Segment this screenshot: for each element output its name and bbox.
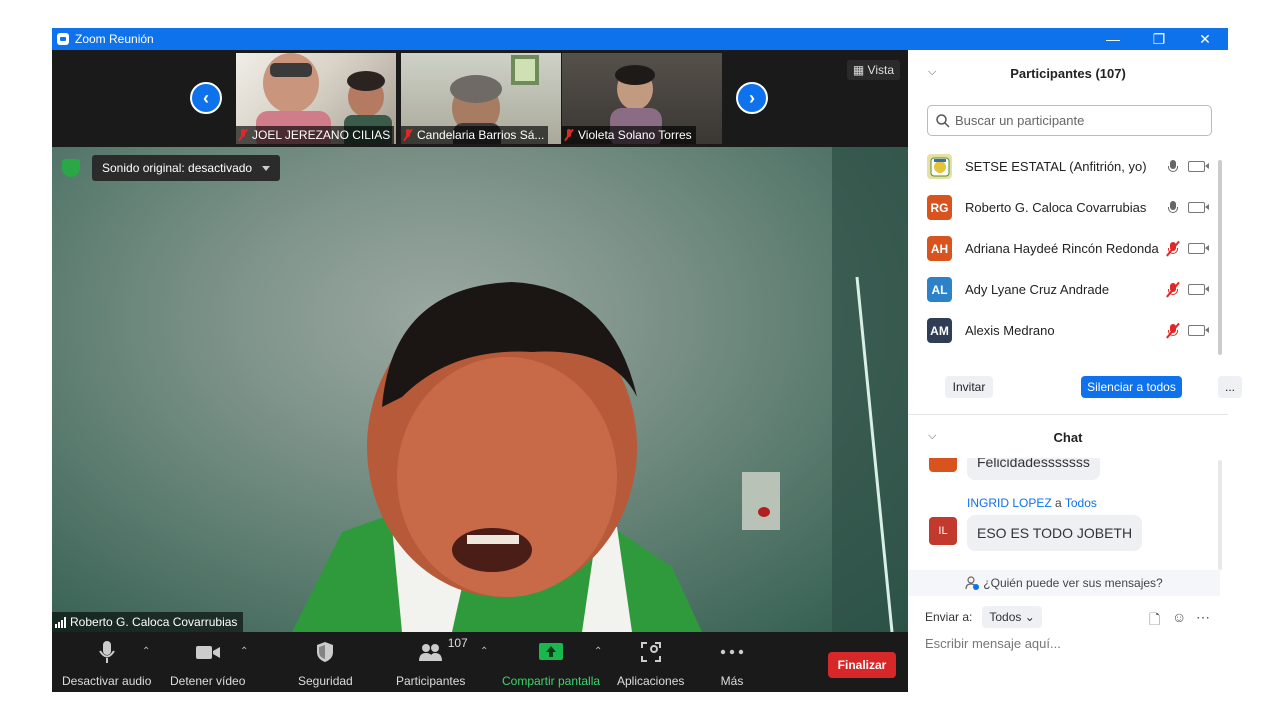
thumbnail-name: Violeta Solano Torres xyxy=(562,126,696,144)
person-info-icon xyxy=(965,576,980,590)
participants-scrollbar[interactable] xyxy=(1218,160,1222,355)
next-page-arrow-icon[interactable]: › xyxy=(736,82,768,114)
mic-muted-icon xyxy=(238,129,248,141)
participant-thumbnail[interactable]: JOEL JEREZANO CILIAS xyxy=(236,53,396,144)
more-button[interactable]: Más xyxy=(720,638,744,688)
participant-row[interactable]: SETSE ESTATAL (Anfitrión, yo) xyxy=(908,146,1220,187)
prev-page-arrow-icon[interactable]: ‹ xyxy=(190,82,222,114)
more-options-button[interactable]: ... xyxy=(1218,376,1242,398)
video-area: ‹ JOEL JEREZANO CILIAS Candelaria Barrio… xyxy=(52,50,908,632)
restore-button[interactable]: ❐ xyxy=(1136,28,1182,50)
participants-button[interactable]: 107 Participantes xyxy=(396,636,468,688)
participants-icon: 107 xyxy=(418,636,468,666)
camera-icon xyxy=(195,638,221,666)
apps-button[interactable]: Aplicaciones xyxy=(617,638,684,688)
encryption-shield-icon[interactable] xyxy=(62,159,80,177)
chat-sender-line: INGRID LOPEZ a Todos xyxy=(967,496,1097,510)
collapse-chevron-icon[interactable]: ⌵ xyxy=(928,430,936,443)
avatar: IL xyxy=(929,517,957,545)
microphone-icon xyxy=(97,638,117,666)
mute-all-button[interactable]: Silenciar a todos xyxy=(1081,376,1182,398)
minimize-button[interactable]: — xyxy=(1090,28,1136,50)
share-options-caret-icon[interactable]: ⌃ xyxy=(594,646,602,657)
video-off-icon[interactable] xyxy=(1188,325,1209,336)
mute-button[interactable]: Desactivar audio xyxy=(62,638,151,688)
mic-muted-icon xyxy=(403,129,413,141)
avatar xyxy=(929,458,957,472)
send-to-dropdown[interactable]: Todos ⌄ xyxy=(982,606,1042,628)
thumbnail-name: Candelaria Barrios Sá... xyxy=(401,126,549,144)
collapse-chevron-icon[interactable]: ⌵ xyxy=(928,66,936,79)
chat-scrollbar[interactable] xyxy=(1218,460,1222,570)
close-button[interactable]: ✕ xyxy=(1182,28,1228,50)
avatar: RG xyxy=(927,195,952,220)
participant-row[interactable]: AH Adriana Haydeé Rincón Redonda xyxy=(908,228,1220,269)
chat-header: ⌵ Chat xyxy=(928,429,1083,445)
mic-muted-icon xyxy=(564,129,574,141)
panel-divider xyxy=(908,414,1228,415)
stop-video-button[interactable]: Detener vídeo xyxy=(170,638,245,688)
avatar xyxy=(927,154,952,179)
zoom-window: Zoom Reunión — ❐ ✕ ‹ JOEL JEREZANO CILIA… xyxy=(52,28,1242,692)
share-screen-icon xyxy=(538,638,564,666)
apps-icon xyxy=(640,638,662,666)
video-off-icon[interactable] xyxy=(1188,284,1209,295)
view-button[interactable]: ▦ Vista xyxy=(846,60,900,80)
video-off-icon[interactable] xyxy=(1188,161,1209,172)
microphone-icon[interactable] xyxy=(1166,159,1180,175)
thumbnail-strip: ‹ JOEL JEREZANO CILIAS Candelaria Barrio… xyxy=(52,50,908,147)
chat-message: INGRID LOPEZ a Todos IL ESO ES TODO JOBE… xyxy=(908,496,1220,556)
original-sound-dropdown[interactable]: Sonido original: desactivado xyxy=(92,155,281,181)
zoom-app-icon xyxy=(57,33,69,45)
participants-header: ⌵ Participantes (107) xyxy=(928,65,1126,81)
video-off-icon[interactable] xyxy=(1188,243,1209,254)
microphone-icon[interactable] xyxy=(1166,200,1180,216)
security-button[interactable]: Seguridad xyxy=(298,638,353,688)
more-chat-options-icon[interactable]: ⋯ xyxy=(1196,609,1210,626)
video-off-icon[interactable] xyxy=(1188,202,1209,213)
speaker-video-image xyxy=(292,147,908,632)
participants-count: 107 xyxy=(447,636,468,650)
end-meeting-button[interactable]: Finalizar xyxy=(828,652,896,678)
video-options-caret-icon[interactable]: ⌃ xyxy=(240,646,248,657)
participant-row[interactable]: AL Ady Lyane Cruz Andrade xyxy=(908,269,1220,310)
avatar: AM xyxy=(927,318,952,343)
avatar: AH xyxy=(927,236,952,261)
participant-row[interactable]: RG Roberto G. Caloca Covarrubias xyxy=(908,187,1220,228)
mic-muted-icon[interactable] xyxy=(1166,323,1180,339)
participant-thumbnail[interactable]: Candelaria Barrios Sá... xyxy=(401,53,561,144)
participant-search-input[interactable]: Buscar un participante xyxy=(927,105,1212,136)
side-panel: ⌵ Participantes (107) Buscar un particip… xyxy=(908,50,1242,692)
who-can-see-link[interactable]: ¿Quién puede ver sus mensajes? xyxy=(908,570,1220,596)
participants-options-caret-icon[interactable]: ⌃ xyxy=(480,646,488,657)
more-dots-icon xyxy=(720,638,744,666)
file-icon[interactable]: 🗋 xyxy=(1149,609,1160,633)
active-speaker-name: Roberto G. Caloca Covarrubias xyxy=(52,612,244,632)
audio-options-caret-icon[interactable]: ⌃ xyxy=(142,646,150,657)
meeting-toolbar: Desactivar audio ⌃ Detener vídeo ⌃ Segur… xyxy=(52,632,908,692)
title-bar: Zoom Reunión — ❐ ✕ xyxy=(52,28,1228,50)
participant-row[interactable]: AM Alexis Medrano xyxy=(908,310,1220,351)
chat-recipient[interactable]: Todos xyxy=(1065,496,1097,510)
chat-bubble: ESO ES TODO JOBETH xyxy=(967,515,1143,551)
avatar: AL xyxy=(927,277,952,302)
chat-sender[interactable]: INGRID LOPEZ xyxy=(967,496,1052,510)
chat-message: Felicidadesssssss xyxy=(908,458,1220,482)
thumbnail-name: JOEL JEREZANO CILIAS xyxy=(236,126,395,144)
mic-muted-icon[interactable] xyxy=(1166,282,1180,298)
signal-strength-icon xyxy=(55,616,66,628)
share-screen-button[interactable]: Compartir pantalla xyxy=(502,638,600,688)
invite-button[interactable]: Invitar xyxy=(945,376,993,398)
send-to-row: Enviar a: Todos ⌄ xyxy=(925,606,1042,628)
participant-thumbnail[interactable]: Violeta Solano Torres xyxy=(562,53,722,144)
participant-list: SETSE ESTATAL (Anfitrión, yo) RG Roberto… xyxy=(908,146,1220,351)
window-title: Zoom Reunión xyxy=(75,32,154,46)
mic-muted-icon[interactable] xyxy=(1166,241,1180,257)
emoji-icon[interactable]: ☺ xyxy=(1172,609,1186,625)
chat-message-input[interactable]: Escribir mensaje aquí... xyxy=(925,636,1061,651)
active-speaker-video: Sonido original: desactivado Roberto G. … xyxy=(52,147,908,632)
security-shield-icon xyxy=(315,638,335,666)
search-icon xyxy=(936,114,950,128)
